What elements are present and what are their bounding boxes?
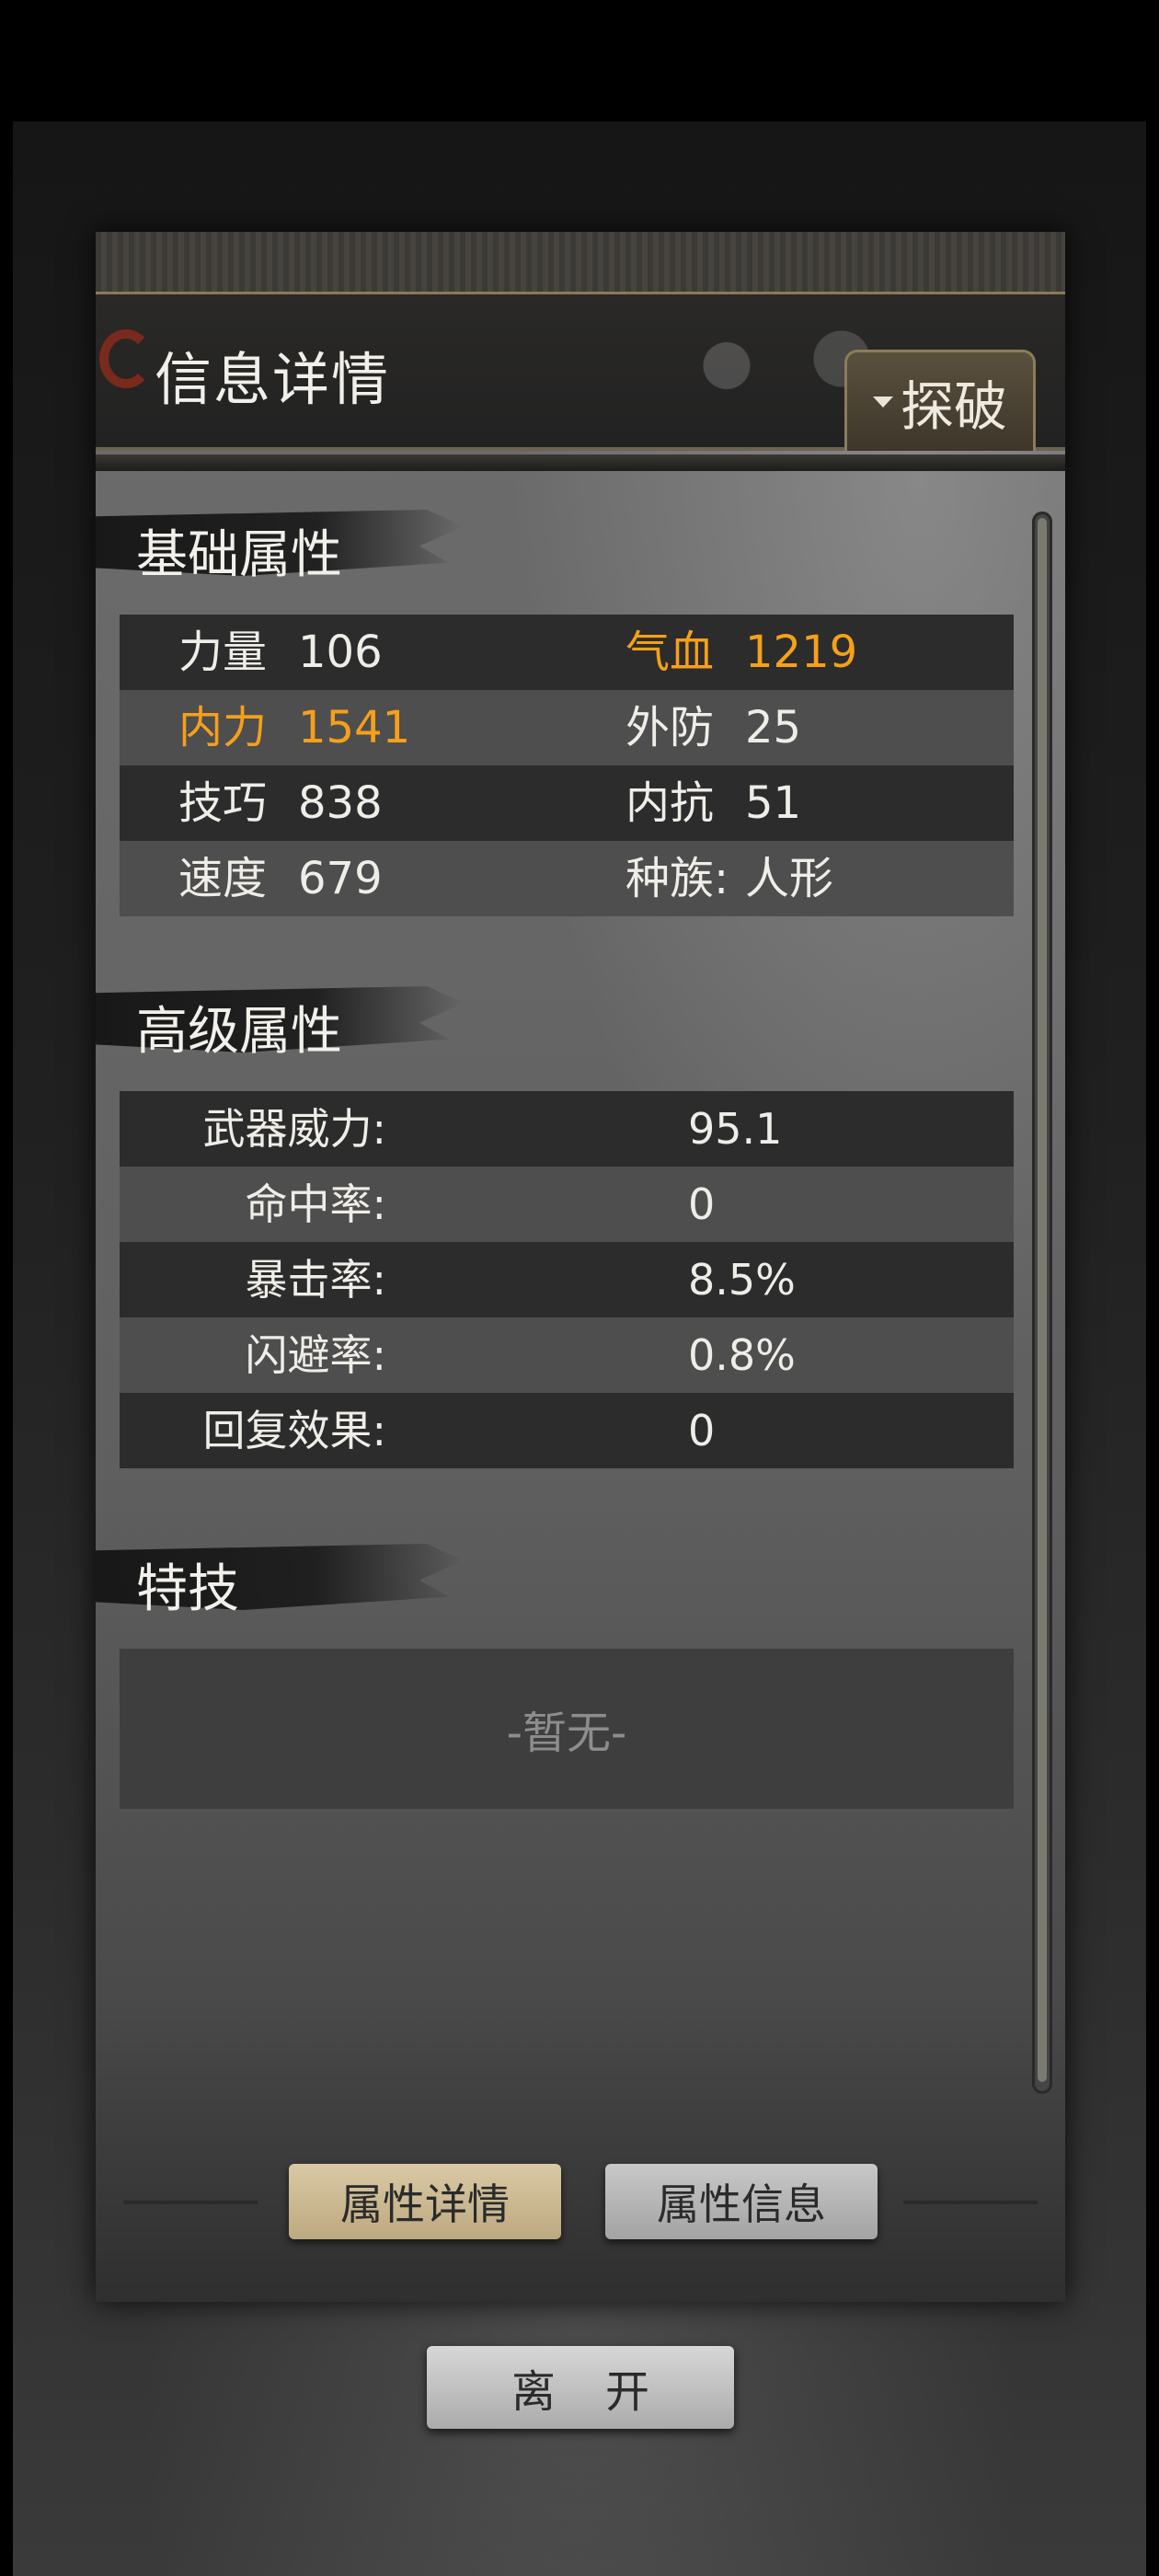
table-row: 技巧 838 内抗 51 bbox=[120, 765, 1014, 841]
section-advanced-heading: 高级属性 bbox=[96, 981, 482, 1062]
stat-label: 武器威力: bbox=[202, 1104, 387, 1154]
scroll-thumb[interactable] bbox=[1038, 518, 1047, 2082]
table-row: 速度 679 种族: 人形 bbox=[120, 841, 1014, 916]
stat-value: 人形 bbox=[745, 853, 834, 904]
section-title: 特技 bbox=[136, 1559, 239, 1619]
stat-label: 种族: bbox=[625, 853, 729, 904]
advanced-stats-table: 武器威力: 95.1 命中率: 0 暴击率: 8.5% 闪避率: 0.8% 回复… bbox=[120, 1091, 1014, 1468]
stat-label: 力量 bbox=[178, 627, 268, 678]
stat-label: 闪避率: bbox=[245, 1330, 387, 1380]
stat-value: 25 bbox=[745, 702, 802, 753]
section-title: 高级属性 bbox=[136, 1002, 342, 1062]
tab-divider-right bbox=[903, 2201, 1038, 2204]
stat-value: 8.5% bbox=[688, 1255, 796, 1305]
explore-button-label: 探破 bbox=[900, 374, 1007, 438]
table-row: 闪避率: 0.8% bbox=[120, 1317, 1014, 1393]
table-row: 回复效果: 0 bbox=[120, 1393, 1014, 1468]
stat-value: 51 bbox=[745, 777, 802, 829]
stat-value: 679 bbox=[298, 853, 383, 904]
stat-label: 外防 bbox=[625, 702, 715, 753]
stat-label: 内抗 bbox=[625, 777, 715, 829]
tab-attribute-details[interactable]: 属性详情 bbox=[289, 2164, 561, 2239]
explore-button[interactable]: 探破 bbox=[844, 350, 1036, 451]
skills-list: -暂无- bbox=[120, 1649, 1014, 1809]
stat-label: 气血 bbox=[625, 627, 715, 678]
stat-value: 1541 bbox=[298, 702, 411, 753]
stat-value: 106 bbox=[298, 627, 383, 678]
table-row: 内力 1541 外防 25 bbox=[120, 690, 1014, 765]
stat-value: 95.1 bbox=[688, 1104, 783, 1154]
swirl-icon bbox=[99, 329, 153, 388]
stat-label: 暴击率: bbox=[245, 1255, 387, 1305]
page-title: 信息详情 bbox=[155, 346, 391, 413]
scrollbar[interactable] bbox=[1032, 512, 1052, 2094]
section-title: 基础属性 bbox=[136, 525, 342, 585]
basic-stats-table: 力量 106 气血 1219 内力 1541 外防 25 技巧 838 内抗 5… bbox=[120, 615, 1014, 916]
stat-label: 命中率: bbox=[245, 1179, 387, 1229]
table-row: 武器威力: 95.1 bbox=[120, 1091, 1014, 1167]
tab-attribute-info[interactable]: 属性信息 bbox=[605, 2164, 878, 2239]
empty-placeholder: -暂无- bbox=[506, 1708, 627, 1759]
stat-label: 技巧 bbox=[178, 777, 268, 829]
tab-divider-left bbox=[123, 2201, 258, 2204]
stat-value: 0.8% bbox=[688, 1330, 796, 1380]
stat-value: 0 bbox=[688, 1179, 716, 1229]
stat-value: 0 bbox=[688, 1406, 716, 1455]
stat-label: 回复效果: bbox=[202, 1406, 387, 1455]
header-divider bbox=[96, 454, 1065, 471]
table-row: 力量 106 气血 1219 bbox=[120, 615, 1014, 690]
table-row: 命中率: 0 bbox=[120, 1167, 1014, 1242]
stat-value: 838 bbox=[298, 777, 383, 829]
caret-down-icon bbox=[872, 396, 893, 408]
stat-value: 1219 bbox=[745, 627, 858, 678]
header-ornament bbox=[96, 232, 1065, 294]
leave-button[interactable]: 离开 bbox=[427, 2346, 734, 2429]
screen: 信息详情 探破 基础属性 力量 106 气血 1219 内力 1541 外防 2… bbox=[0, 0, 1159, 2576]
section-basic-heading: 基础属性 bbox=[96, 504, 482, 585]
section-skills-heading: 特技 bbox=[96, 1538, 482, 1619]
stat-label: 内力 bbox=[178, 702, 268, 753]
stat-label: 速度 bbox=[178, 853, 268, 904]
table-row: 暴击率: 8.5% bbox=[120, 1242, 1014, 1317]
